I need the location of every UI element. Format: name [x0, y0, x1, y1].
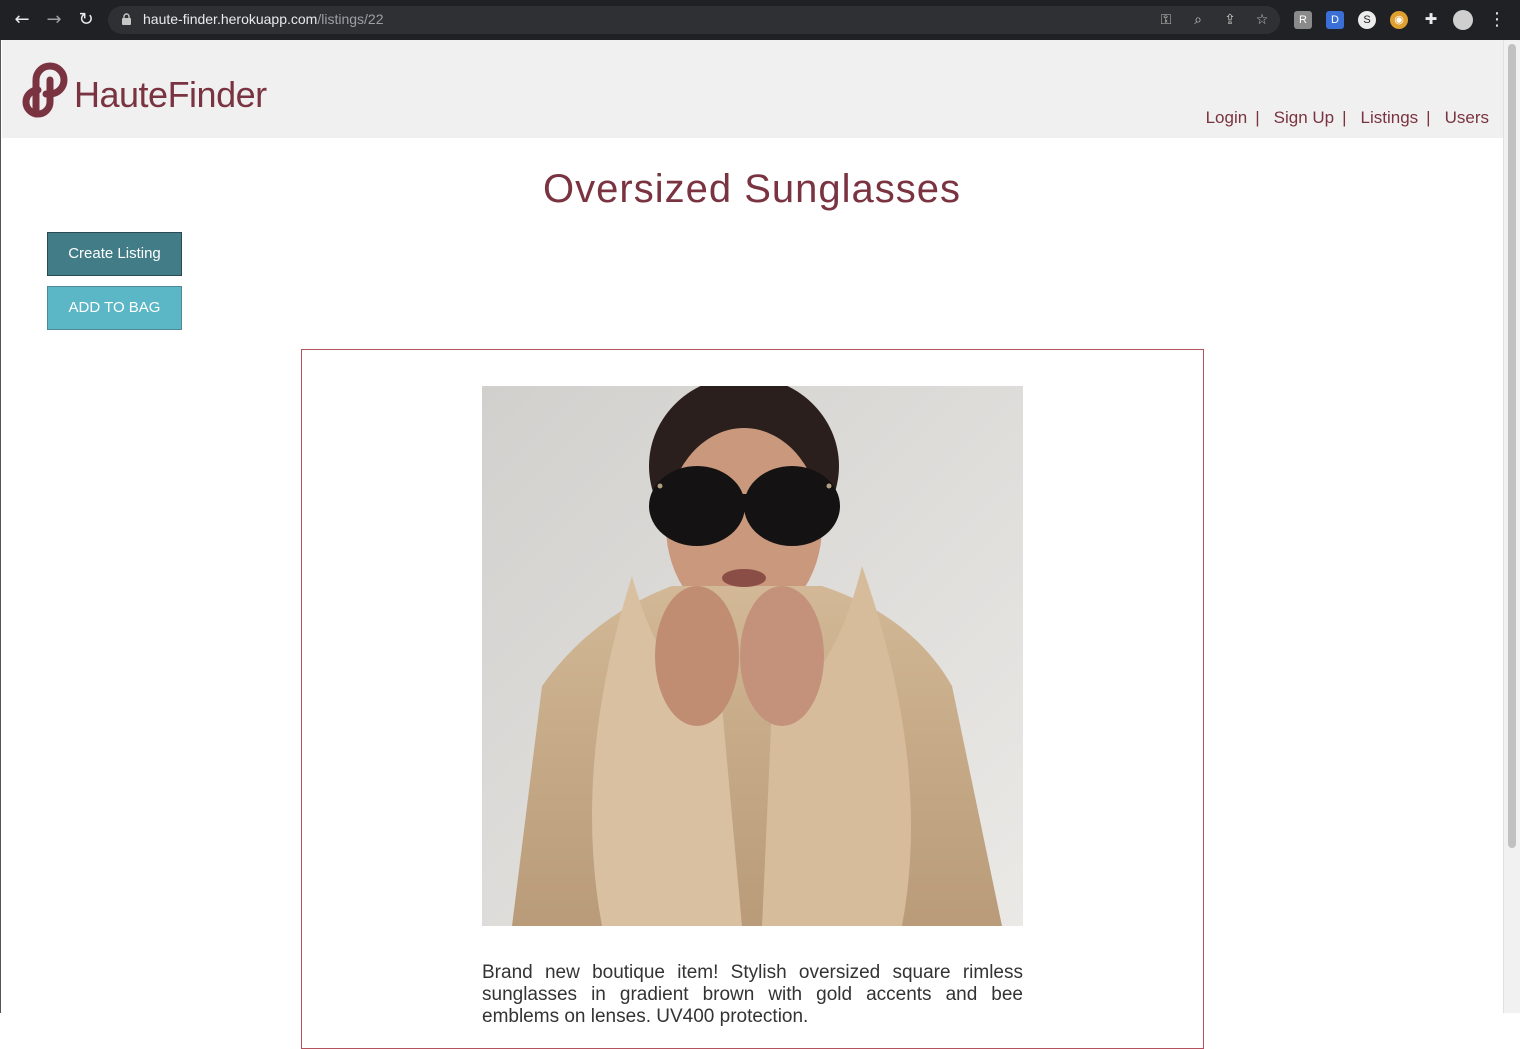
logo-mark-icon — [22, 62, 68, 118]
nav-listings[interactable]: Listings — [1361, 108, 1419, 127]
nav-separator: | — [1426, 108, 1431, 127]
scrollbar-thumb[interactable] — [1508, 44, 1516, 848]
extension-r-icon[interactable]: R — [1294, 11, 1312, 29]
extensions-icon[interactable]: ✚ — [1422, 11, 1440, 29]
site-logo[interactable]: HauteFinder — [22, 50, 292, 118]
profile-avatar[interactable] — [1453, 10, 1473, 30]
listing-photo-illustration — [482, 386, 1023, 926]
browser-toolbar: ← → ↻ haute-finder.herokuapp.com/listing… — [0, 0, 1520, 40]
listing-description: Brand new boutique item! Stylish oversiz… — [482, 962, 1023, 1027]
nav-login[interactable]: Login — [1206, 108, 1248, 127]
extension-eyes-icon[interactable]: ◉ — [1390, 11, 1408, 29]
nav-separator: | — [1342, 108, 1347, 127]
address-bar[interactable]: haute-finder.herokuapp.com/listings/22 ⚿… — [108, 6, 1280, 34]
zoom-icon[interactable]: ⌕ — [1190, 12, 1206, 28]
back-icon[interactable]: ← — [10, 8, 34, 32]
menu-icon[interactable]: ⋮ — [1488, 8, 1506, 32]
nav-users[interactable]: Users — [1445, 108, 1489, 127]
url-text: haute-finder.herokuapp.com/listings/22 — [143, 11, 384, 27]
reload-icon[interactable]: ↻ — [74, 8, 98, 32]
listing-title: Oversized Sunglasses — [543, 167, 961, 211]
extension-s-icon[interactable]: S — [1358, 11, 1376, 29]
share-icon[interactable]: ⇪ — [1222, 12, 1238, 28]
lock-icon — [122, 13, 131, 25]
add-to-bag-button[interactable]: ADD TO BAG — [47, 286, 182, 330]
listing-photo — [482, 386, 1023, 926]
brand-name: HauteFinder — [74, 74, 267, 115]
nav-separator: | — [1255, 108, 1260, 127]
create-listing-button[interactable]: Create Listing — [47, 232, 182, 276]
forward-icon[interactable]: → — [42, 8, 66, 32]
nav-signup[interactable]: Sign Up — [1274, 108, 1334, 127]
key-icon[interactable]: ⚿ — [1158, 12, 1174, 28]
page-scrollbar[interactable] — [1503, 40, 1520, 1013]
site-header: HauteFinder Login | Sign Up | Listings | Users — [2, 40, 1503, 138]
main-nav: Login | Sign Up | Listings | Users — [1206, 108, 1489, 128]
page-viewport: HauteFinder Login | Sign Up | Listings | Users… — [0, 40, 1520, 1049]
star-icon[interactable]: ☆ — [1254, 12, 1270, 28]
extension-d-icon[interactable]: D — [1326, 11, 1344, 29]
listing-card: Brand new boutique item! Stylish oversiz… — [301, 349, 1204, 1049]
